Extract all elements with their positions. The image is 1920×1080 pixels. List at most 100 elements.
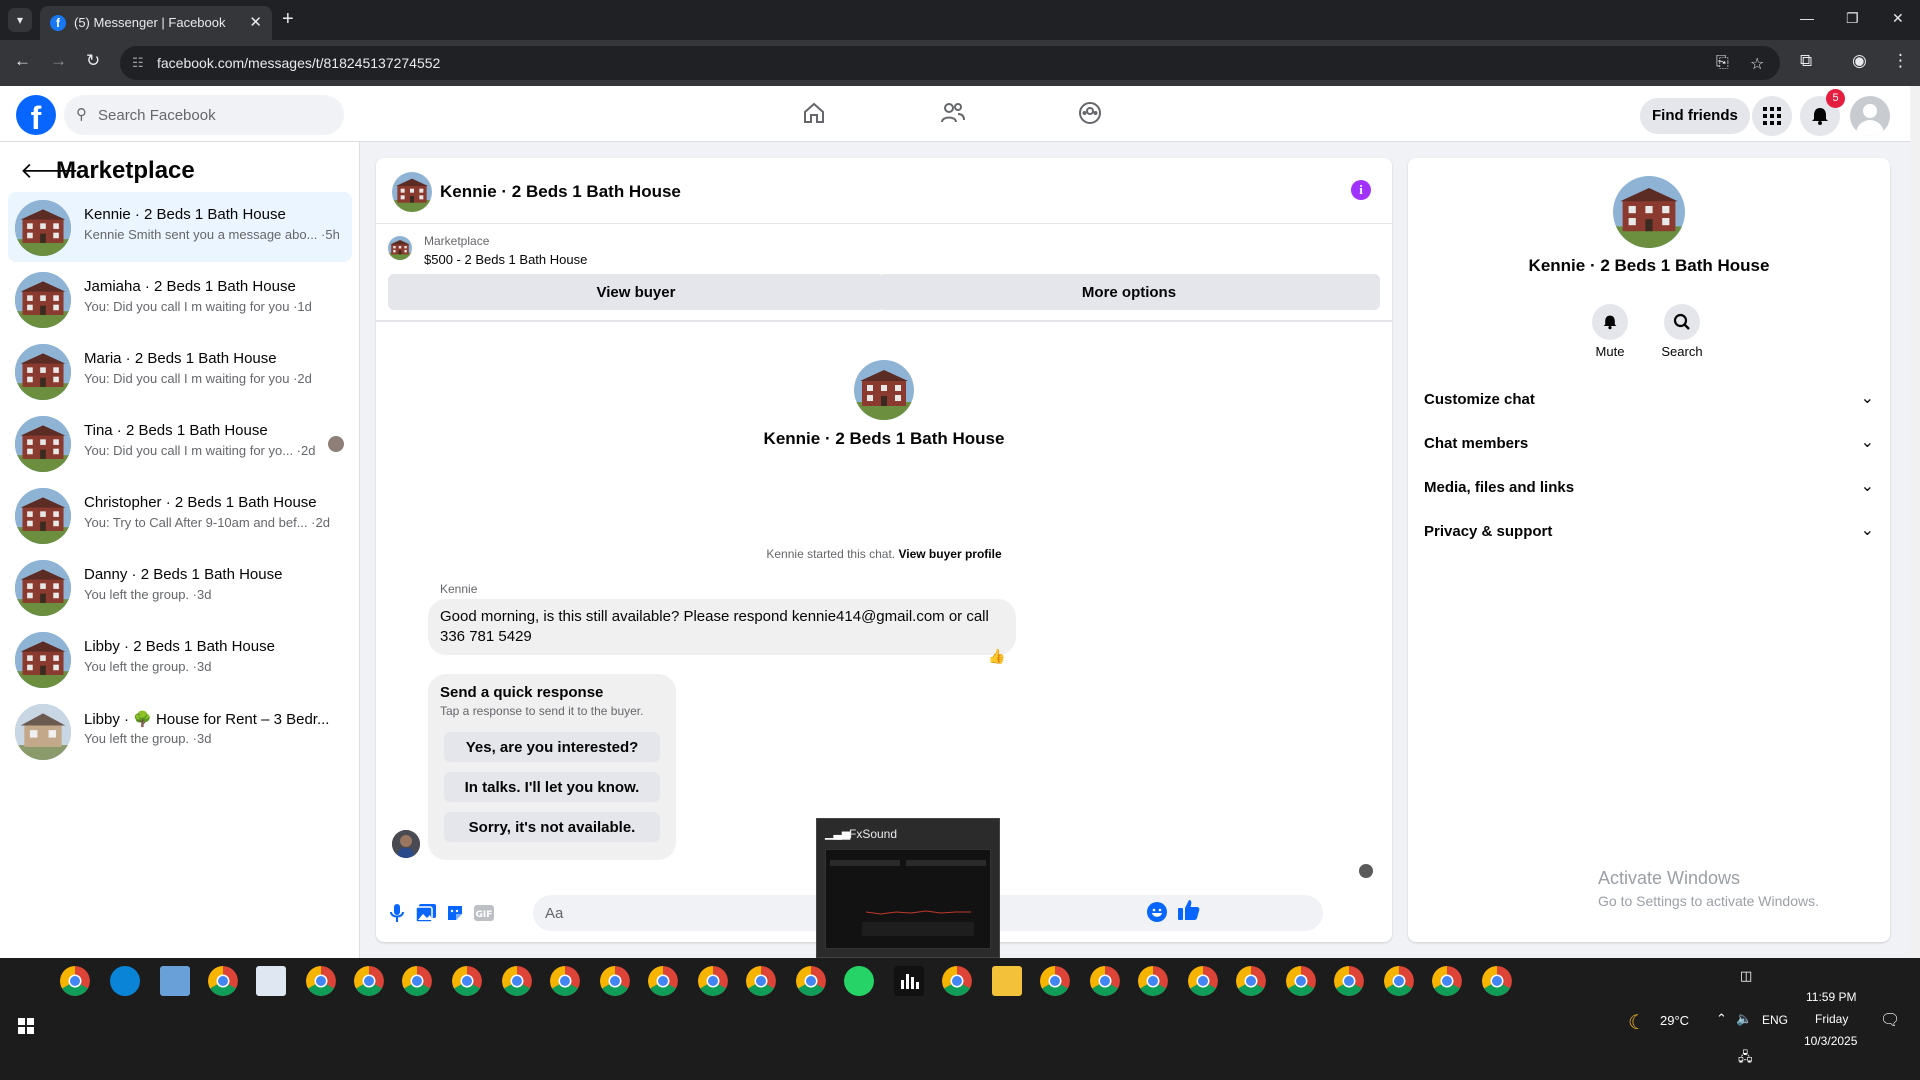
window-close-icon[interactable]: ✕ — [1892, 10, 1904, 27]
chrome-taskbar-icon[interactable] — [1482, 966, 1512, 996]
calendar-taskbar-icon[interactable] — [256, 966, 286, 996]
network-icon[interactable]: 🖧 — [1738, 1048, 1753, 1070]
microphone-icon[interactable] — [390, 904, 404, 927]
browser-menu-icon[interactable]: ⋮ — [1892, 51, 1909, 71]
menu-grid-icon[interactable] — [1752, 96, 1792, 136]
edge-taskbar-icon[interactable] — [110, 966, 140, 996]
browser-tab[interactable]: f (5) Messenger | Facebook ✕ — [40, 6, 272, 40]
quick-response-button[interactable]: In talks. I'll let you know. — [444, 772, 660, 802]
chrome-taskbar-icon[interactable] — [1236, 966, 1266, 996]
privacy-support-section[interactable]: Privacy & support ⌄ — [1424, 514, 1874, 550]
language-indicator[interactable]: ENG — [1762, 1013, 1788, 1027]
view-buyer-profile-link[interactable]: View buyer profile — [898, 547, 1001, 561]
view-buyer-button[interactable]: View buyer — [388, 274, 884, 310]
find-friends-button[interactable]: Find friends — [1640, 98, 1750, 134]
media-files-links-section[interactable]: Media, files and links ⌄ — [1424, 470, 1874, 506]
thumbs-up-send-icon[interactable] — [1178, 899, 1200, 926]
volume-icon[interactable]: 🔈 — [1736, 1011, 1752, 1027]
groups-icon[interactable] — [1078, 101, 1102, 132]
chrome-taskbar-icon[interactable] — [1138, 966, 1168, 996]
chrome-taskbar-icon[interactable] — [648, 966, 678, 996]
home-icon[interactable] — [802, 101, 826, 132]
chrome-taskbar-icon[interactable] — [796, 966, 826, 996]
forward-icon[interactable]: → — [50, 51, 67, 71]
reload-icon[interactable]: ↻ — [86, 51, 100, 71]
chrome-taskbar-icon[interactable] — [1040, 966, 1070, 996]
chrome-taskbar-icon[interactable] — [1432, 966, 1462, 996]
clock-date[interactable]: 10/3/2025 — [1804, 1034, 1857, 1048]
tab-close-icon[interactable]: ✕ — [249, 13, 262, 31]
temperature[interactable]: 29°C — [1660, 1013, 1689, 1028]
chrome-taskbar-icon[interactable] — [550, 966, 580, 996]
extensions-icon[interactable]: ⧉ — [1800, 51, 1812, 71]
chrome-taskbar-icon[interactable] — [746, 966, 776, 996]
whatsapp-taskbar-icon[interactable] — [844, 966, 874, 996]
chrome-taskbar-icon[interactable] — [1286, 966, 1316, 996]
chat-title[interactable]: Kennie · 2 Beds 1 Bath House — [440, 182, 681, 202]
conversation-item[interactable]: Libby · 2 Beds 1 Bath House You left the… — [8, 624, 352, 694]
customize-chat-section[interactable]: Customize chat ⌄ — [1424, 382, 1874, 418]
clock-day[interactable]: Friday — [1815, 1012, 1848, 1026]
chrome-taskbar-icon[interactable] — [208, 966, 238, 996]
tray-chevron-icon[interactable]: ⌃ — [1716, 1011, 1727, 1027]
chrome-taskbar-icon[interactable] — [698, 966, 728, 996]
friends-icon[interactable] — [940, 101, 966, 132]
profile-icon[interactable]: ◉ — [1852, 51, 1867, 71]
chrome-taskbar-icon[interactable] — [1188, 966, 1218, 996]
listing-thumbnail[interactable] — [388, 236, 412, 260]
new-tab-icon[interactable]: + — [282, 8, 294, 31]
chat-avatar[interactable] — [392, 172, 432, 212]
chat-members-section[interactable]: Chat members ⌄ — [1424, 426, 1874, 462]
search-input[interactable] — [98, 95, 334, 135]
photo-icon[interactable] — [415, 904, 436, 927]
file-explorer-taskbar-icon[interactable] — [992, 966, 1022, 996]
restore-icon[interactable]: ❐ — [1846, 10, 1859, 27]
message-bubble[interactable]: Good morning, is this still available? P… — [428, 599, 1016, 655]
conversation-item[interactable]: Libby · 🌳 House for Rent – 3 Bedr... You… — [8, 696, 352, 766]
tab-search-icon[interactable]: ▾ — [8, 8, 32, 32]
quick-response-button[interactable]: Sorry, it's not available. — [444, 812, 660, 842]
fxsound-taskbar-icon[interactable] — [894, 966, 924, 996]
minimize-icon[interactable]: — — [1800, 10, 1814, 26]
sticker-icon[interactable] — [446, 904, 464, 927]
chrome-taskbar-icon[interactable] — [502, 966, 532, 996]
clock-time[interactable]: 11:59 PM — [1806, 990, 1856, 1004]
chrome-taskbar-icon[interactable] — [354, 966, 384, 996]
more-options-button[interactable]: More options — [878, 274, 1380, 310]
chrome-taskbar-icon[interactable] — [306, 966, 336, 996]
chrome-taskbar-icon[interactable] — [1384, 966, 1414, 996]
chrome-taskbar-icon[interactable] — [1334, 966, 1364, 996]
info-icon[interactable]: i — [1351, 180, 1371, 200]
chrome-taskbar-icon[interactable] — [402, 966, 432, 996]
quick-response-button[interactable]: Yes, are you interested? — [444, 732, 660, 762]
bookmark-star-icon[interactable]: ☆ — [1750, 54, 1764, 74]
search-chat-icon[interactable] — [1664, 304, 1700, 340]
emoji-icon[interactable] — [1147, 902, 1167, 927]
gif-icon[interactable]: GIF — [474, 904, 494, 927]
listing-price[interactable]: $500 - 2 Beds 1 Bath House — [424, 252, 587, 267]
search-box[interactable]: ⚲ — [64, 95, 344, 135]
site-info-icon[interactable]: ☷ — [132, 55, 144, 71]
facebook-logo[interactable]: f — [16, 95, 56, 135]
conversation-item[interactable]: Danny · 2 Beds 1 Bath House You left the… — [8, 552, 352, 622]
chrome-taskbar-icon[interactable] — [60, 966, 90, 996]
thumbs-up-reaction-icon[interactable]: 👍 — [988, 648, 1005, 665]
page-scrollbar[interactable] — [1910, 86, 1920, 958]
windows-start-icon[interactable] — [18, 1018, 34, 1034]
conversation-item[interactable]: Maria · 2 Beds 1 Bath House You: Did you… — [8, 336, 352, 406]
weather-moon-icon[interactable]: ☾ — [1628, 1010, 1646, 1035]
account-avatar[interactable] — [1850, 96, 1890, 136]
chrome-taskbar-icon-active[interactable] — [942, 966, 972, 996]
conversation-item[interactable]: Kennie · 2 Beds 1 Bath House Kennie Smit… — [8, 192, 352, 262]
notepad-taskbar-icon[interactable] — [160, 966, 190, 996]
chrome-taskbar-icon[interactable] — [600, 966, 630, 996]
conversation-item[interactable]: Christopher · 2 Beds 1 Bath House You: T… — [8, 480, 352, 550]
chrome-taskbar-icon[interactable] — [452, 966, 482, 996]
conversation-item[interactable]: Jamiaha · 2 Beds 1 Bath House You: Did y… — [8, 264, 352, 334]
notification-center-icon[interactable]: 🗨 — [1880, 1010, 1900, 1030]
install-app-icon[interactable]: ⎘ — [1716, 54, 1729, 72]
address-bar[interactable]: ☷ facebook.com/messages/t/81824513727455… — [120, 46, 1780, 80]
meet-now-icon[interactable]: ◫ — [1740, 968, 1752, 984]
back-icon[interactable]: ← — [14, 51, 31, 71]
mute-bell-icon[interactable] — [1592, 304, 1628, 340]
